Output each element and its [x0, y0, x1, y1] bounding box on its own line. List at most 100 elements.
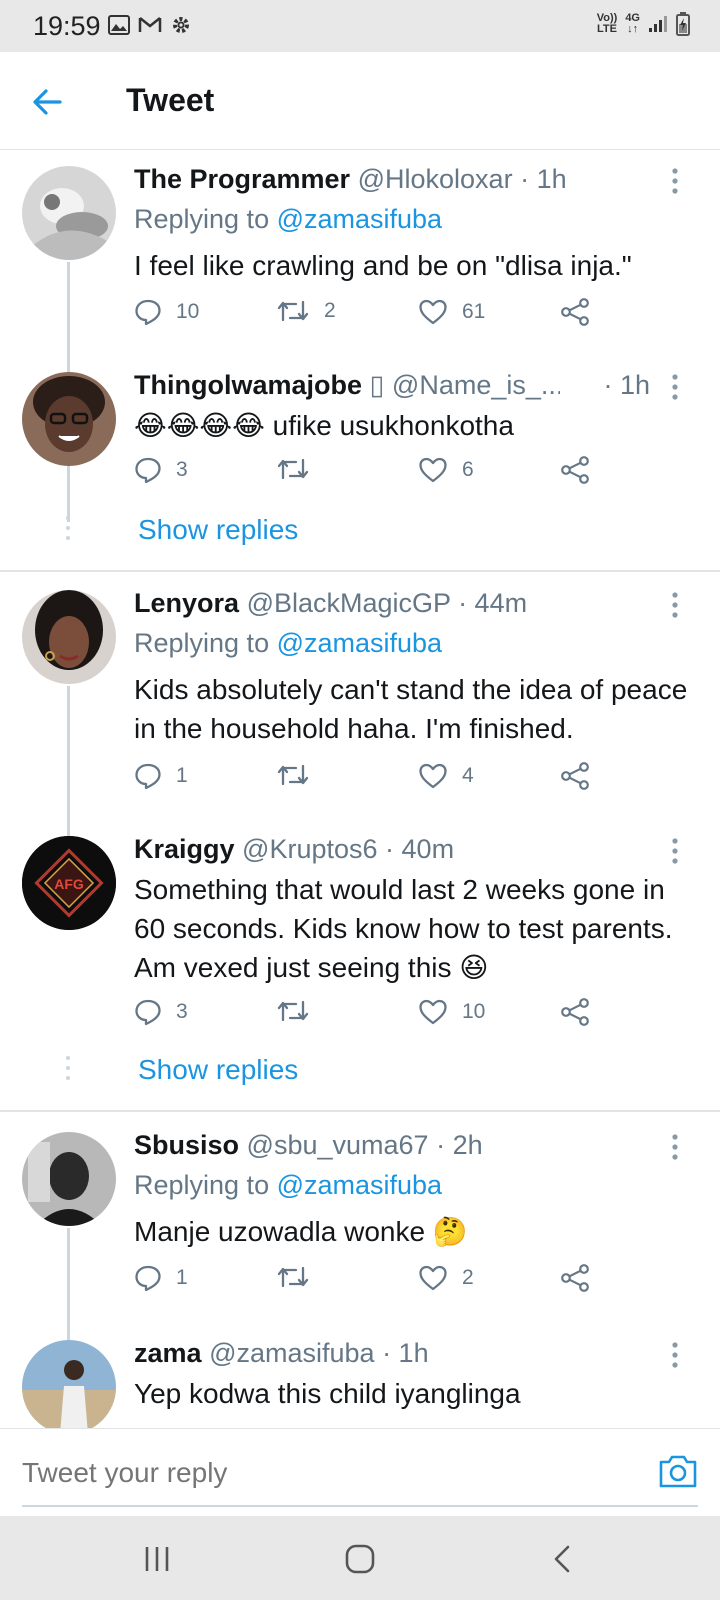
author-handle[interactable]: @Hlokoloxar	[358, 164, 513, 194]
heart-icon	[419, 999, 447, 1025]
show-replies-link[interactable]: Show replies	[138, 514, 298, 546]
app-header: Tweet	[0, 52, 720, 150]
avatar[interactable]	[22, 166, 116, 260]
author-handle[interactable]: @Name_is_...	[392, 370, 560, 400]
arrow-left-icon	[33, 89, 62, 115]
signal-icon	[648, 15, 668, 33]
more-options-button[interactable]	[668, 168, 682, 194]
reply-button[interactable]: 1	[134, 762, 188, 790]
vertical-dots-icon	[672, 838, 678, 864]
tweet-time: · 2h	[436, 1130, 483, 1160]
tweet-time: · 1h	[520, 164, 567, 194]
author-name[interactable]: Sbusiso	[134, 1130, 239, 1160]
avatar-logo-text: AFG	[54, 876, 84, 892]
mention-link[interactable]: @zamasifuba	[277, 628, 442, 658]
avatar[interactable]	[22, 590, 116, 684]
heart-icon	[419, 1265, 447, 1291]
retweet-button[interactable]	[276, 762, 324, 788]
author-handle[interactable]: @Kruptos6	[242, 834, 377, 864]
vertical-dots-icon	[672, 1342, 678, 1368]
share-button[interactable]	[560, 456, 590, 484]
laughing-tears-emoji: 😂😂😂😂	[134, 409, 265, 442]
share-icon	[561, 1264, 589, 1292]
like-count: 6	[462, 458, 474, 481]
retweet-button[interactable]	[276, 456, 324, 482]
author-name[interactable]: Thingolwamajobe	[134, 370, 362, 400]
reply-input[interactable]	[22, 1457, 582, 1489]
system-nav-bar	[0, 1516, 720, 1600]
tweet-text: I feel like crawling and be on "dlisa in…	[134, 250, 632, 281]
chevron-left-icon	[554, 1545, 570, 1573]
status-bar: 19:59 Vo)) LTE 4G ↓↑	[0, 0, 720, 52]
network-type-indicator: 4G ↓↑	[625, 12, 640, 35]
retweet-icon	[277, 1000, 309, 1022]
retweet-button[interactable]	[276, 998, 324, 1024]
replying-to: Replying to @zamasifuba	[134, 628, 443, 658]
thread-divider	[0, 570, 720, 572]
more-options-button[interactable]	[668, 838, 682, 864]
reply-button[interactable]: 10	[134, 298, 199, 326]
author-name[interactable]: zama	[134, 1338, 202, 1368]
mention-link[interactable]: @zamasifuba	[277, 204, 442, 234]
tweet-time: · 40m	[385, 834, 455, 864]
avatar[interactable]	[22, 372, 116, 466]
more-options-button[interactable]	[668, 1134, 682, 1160]
retweet-count: 2	[324, 299, 336, 322]
more-options-button[interactable]	[668, 374, 682, 400]
show-replies-link[interactable]: Show replies	[138, 1054, 298, 1086]
notification-icons	[108, 14, 192, 36]
like-button[interactable]: 10	[418, 998, 485, 1026]
avatar[interactable]	[22, 1132, 116, 1226]
settings-gear-icon	[170, 14, 192, 36]
like-button[interactable]: 61	[418, 298, 485, 326]
share-button[interactable]	[560, 762, 590, 790]
comment-bubble-icon	[135, 1265, 161, 1292]
avatar[interactable]: AFG	[22, 836, 116, 930]
author-handle[interactable]: @sbu_vuma67	[247, 1130, 429, 1160]
share-button[interactable]	[560, 998, 590, 1026]
retweet-button[interactable]: 2	[276, 298, 336, 324]
author-name[interactable]: Lenyora	[134, 588, 239, 618]
retweet-button[interactable]	[276, 1264, 324, 1290]
mention-link[interactable]: @zamasifuba	[277, 1170, 442, 1200]
thinking-face-emoji: 🤔	[432, 1215, 468, 1248]
heart-icon	[419, 299, 447, 325]
tweet-header: The Programmer @Hlokoloxar · 1h	[134, 164, 660, 195]
comment-bubble-icon	[135, 763, 161, 790]
camera-icon	[659, 1455, 697, 1488]
home-button[interactable]	[343, 1542, 377, 1576]
back-nav-button[interactable]	[546, 1542, 580, 1576]
more-options-button[interactable]	[668, 592, 682, 618]
reply-button[interactable]: 3	[134, 998, 188, 1026]
avatar[interactable]	[22, 1340, 116, 1428]
like-button[interactable]: 2	[418, 1264, 474, 1292]
tweet-header: Thingolwamajobe ▯ @Name_is_...	[134, 370, 560, 401]
like-button[interactable]: 4	[418, 762, 474, 790]
tweet-actions: 1 4	[134, 762, 614, 798]
tweet-time: · 1h	[603, 370, 650, 400]
tweet-actions: 10 2 61	[134, 298, 614, 334]
recent-apps-button[interactable]	[140, 1542, 174, 1576]
retweet-icon	[277, 764, 309, 786]
reply-button[interactable]: 3	[134, 456, 188, 484]
replies-feed[interactable]: The Programmer @Hlokoloxar · 1h Replying…	[0, 150, 720, 1428]
replying-to: Replying to @zamasifuba	[134, 1170, 443, 1200]
reply-button[interactable]: 1	[134, 1264, 188, 1292]
more-options-button[interactable]	[668, 1342, 682, 1368]
author-handle[interactable]: @zamasifuba	[209, 1338, 374, 1368]
back-button[interactable]	[26, 80, 70, 124]
thread-connector	[67, 686, 70, 854]
like-button[interactable]: 6	[418, 456, 474, 484]
tweet-header: zama @zamasifuba · 1h	[134, 1338, 660, 1369]
reply-count: 3	[176, 1000, 188, 1023]
like-count: 4	[462, 764, 474, 787]
share-button[interactable]	[560, 298, 590, 326]
author-name[interactable]: Kraiggy	[134, 834, 235, 864]
retweet-icon	[277, 300, 309, 322]
author-handle[interactable]: @BlackMagicGP	[247, 588, 451, 618]
share-button[interactable]	[560, 1264, 590, 1292]
reply-count: 1	[176, 764, 188, 787]
reply-count: 10	[176, 300, 200, 323]
camera-button[interactable]	[658, 1453, 698, 1489]
author-name[interactable]: The Programmer	[134, 164, 350, 194]
